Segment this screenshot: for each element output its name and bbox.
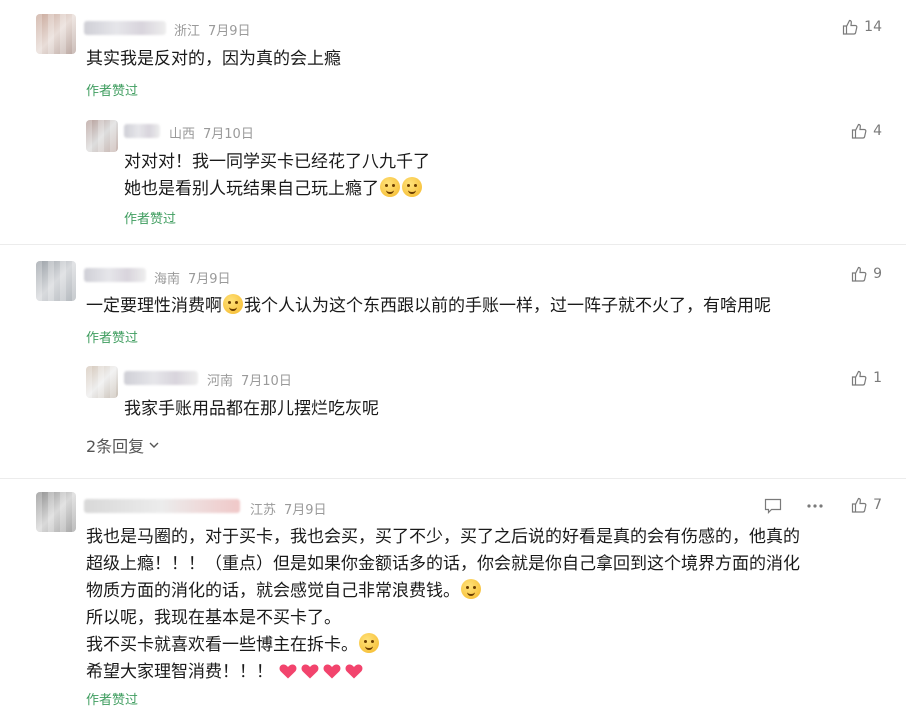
- date: 7月10日: [241, 374, 292, 389]
- date: 7月10日: [203, 127, 254, 142]
- reply-text: 她也是看别人玩结果自己玩上瘾了: [124, 179, 379, 199]
- comment-text: 物质方面的消化的话，就会感觉自己非常浪费钱。: [86, 581, 460, 601]
- avatar[interactable]: [36, 492, 76, 532]
- crying-laughing-emoji-icon: [223, 294, 243, 314]
- username-blurred[interactable]: [84, 21, 166, 35]
- like-button[interactable]: 4: [851, 123, 882, 139]
- author-liked-label: 作者赞过: [86, 84, 139, 99]
- date: 7月9日: [188, 272, 231, 287]
- avatar[interactable]: [36, 14, 76, 54]
- region: 海南: [154, 272, 181, 287]
- comment-text: 一定要理性消费啊 我个人认为这个东西跟以前的手账一样，过一阵子就不火了，有啥用呢: [86, 294, 771, 318]
- comment-text-line-1: 我也是马圈的，对于买卡，我也会买，买了不少，买了之后说的好看是真的会有伤感的，他…: [86, 527, 800, 547]
- author-liked-label: 作者赞过: [86, 331, 139, 346]
- avatar[interactable]: [36, 261, 76, 301]
- wink-tongue-emoji-icon: [359, 633, 379, 653]
- region: 山西: [169, 127, 196, 142]
- thumbs-up-icon: [843, 19, 858, 35]
- avatar[interactable]: [86, 120, 118, 152]
- comment-meta: 海南 7月9日: [154, 268, 239, 287]
- reply-text-line-2: 她也是看别人玩结果自己玩上瘾了: [124, 177, 423, 201]
- region: 江苏: [250, 503, 277, 518]
- region: 河南: [207, 374, 234, 389]
- username-blurred[interactable]: [124, 371, 198, 385]
- comment-meta: 河南 7月10日: [207, 370, 300, 389]
- more-dots-icon[interactable]: [806, 503, 824, 509]
- like-button[interactable]: 14: [842, 19, 882, 35]
- like-count: 9: [873, 266, 882, 282]
- like-button[interactable]: 7: [851, 497, 882, 513]
- comment-text-b: 我个人认为这个东西跟以前的手账一样，过一阵子就不火了，有啥用呢: [244, 296, 771, 316]
- reply-text: 我家手账用品都在那儿摆烂吃灰呢: [124, 399, 379, 419]
- comment-icon[interactable]: [764, 498, 782, 514]
- more-replies-button[interactable]: 2条回复: [86, 433, 160, 457]
- avatar[interactable]: [86, 366, 118, 398]
- heart-icon: [323, 664, 341, 679]
- heart-icon: [301, 664, 319, 679]
- username-blurred[interactable]: [124, 124, 160, 138]
- date: 7月9日: [284, 503, 327, 518]
- heart-icon: [279, 664, 297, 679]
- author-liked-label: 作者赞过: [86, 693, 139, 708]
- comment-text-line-5: 我不买卡就喜欢看一些博主在拆卡。: [86, 633, 380, 657]
- comment-text: 其实我是反对的，因为真的会上瘾: [86, 49, 341, 69]
- username-blurred[interactable]: [84, 268, 146, 282]
- like-count: 4: [873, 123, 882, 139]
- chevron-down-icon: [149, 442, 159, 448]
- reply-text-line-1: 对对对！我一同学买卡已经花了八九千了: [124, 152, 430, 172]
- thumbs-up-icon: [851, 123, 867, 139]
- divider: [0, 478, 906, 479]
- like-button[interactable]: 9: [851, 266, 882, 282]
- comment-meta: 山西 7月10日: [169, 123, 262, 142]
- thumbs-up-icon: [851, 370, 867, 386]
- more-replies-label: 2条回复: [86, 437, 145, 456]
- comment-meta: 江苏 7月9日: [250, 499, 335, 518]
- like-button[interactable]: 1: [851, 370, 882, 386]
- sweat-emoji-icon: [461, 579, 481, 599]
- comment-text: 我不买卡就喜欢看一些博主在拆卡。: [86, 635, 358, 655]
- thumbs-up-icon: [851, 497, 867, 513]
- comment-text: 希望大家理智消费！！！: [86, 662, 273, 682]
- like-count: 7: [873, 497, 882, 513]
- like-count: 1: [873, 370, 882, 386]
- author-liked-label: 作者赞过: [124, 212, 177, 227]
- region: 浙江: [174, 24, 201, 39]
- thumbs-up-icon: [851, 266, 867, 282]
- username-blurred[interactable]: [84, 499, 240, 513]
- comment-text-a: 一定要理性消费啊: [86, 296, 222, 316]
- awkward-emoji-icon: [402, 177, 422, 197]
- date: 7月9日: [208, 24, 251, 39]
- comment-text-line-6: 希望大家理智消费！！！: [86, 660, 366, 684]
- like-count: 14: [864, 19, 882, 35]
- comment-meta: 浙江 7月9日: [174, 20, 259, 39]
- comment-text-line-4: 所以呢，我现在基本是不买卡了。: [86, 608, 341, 628]
- heart-icon: [345, 664, 363, 679]
- comment-text-line-3: 物质方面的消化的话，就会感觉自己非常浪费钱。: [86, 579, 482, 603]
- awkward-emoji-icon: [380, 177, 400, 197]
- divider: [0, 244, 906, 245]
- comment-text-line-2: 超级上瘾！！！（重点）但是如果你金额话多的话，你会就是你自己拿回到这个境界方面的…: [86, 554, 800, 574]
